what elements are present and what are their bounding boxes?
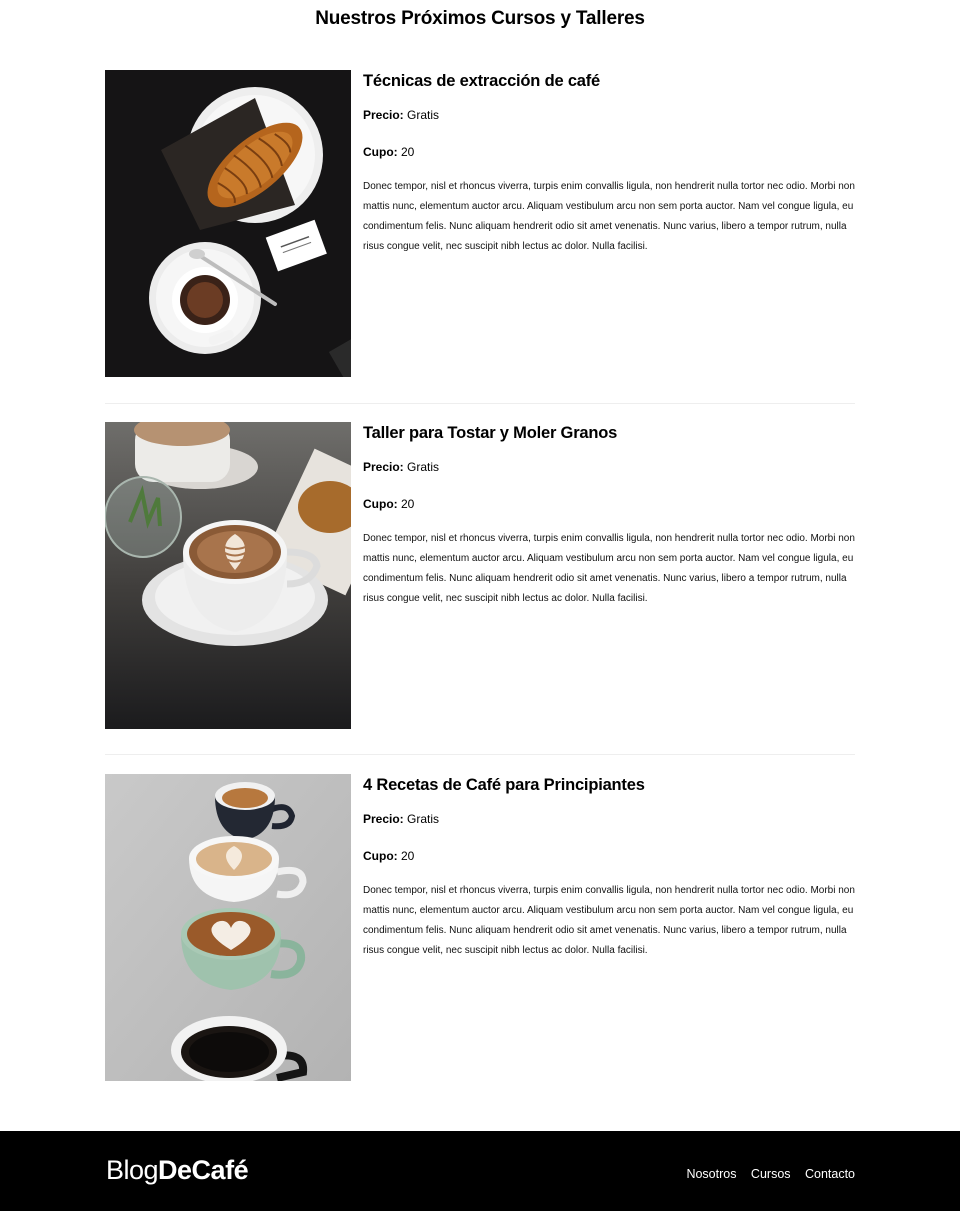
course-image-coffee-recipes (105, 774, 351, 1081)
course-card: 4 Recetas de Café para Principiantes Pre… (105, 774, 855, 1081)
site-logo[interactable]: BlogDeCafé (106, 1155, 249, 1186)
course-price: Precio: Gratis (363, 459, 855, 475)
course-price: Precio: Gratis (363, 107, 855, 123)
nav-link-nosotros[interactable]: Nosotros (686, 1167, 736, 1181)
course-cupo: Cupo: 20 (363, 144, 855, 160)
course-info: Técnicas de extracción de café Precio: G… (363, 70, 855, 257)
divider (105, 754, 855, 755)
logo-text-light: Blog (106, 1155, 159, 1185)
course-cupo: Cupo: 20 (363, 496, 855, 512)
divider (105, 403, 855, 404)
price-value: Gratis (407, 108, 440, 122)
price-label: Precio: (363, 460, 404, 474)
course-card: Técnicas de extracción de café Precio: G… (105, 70, 855, 377)
cupo-label: Cupo: (363, 497, 398, 511)
course-image-croissant-espresso (105, 70, 351, 377)
course-description: Donec tempor, nisl et rhoncus viverra, t… (363, 533, 855, 604)
course-info: Taller para Tostar y Moler Granos Precio… (363, 422, 855, 609)
logo-text-bold: DeCafé (158, 1155, 249, 1185)
course-title: Taller para Tostar y Moler Granos (363, 424, 618, 442)
cupo-label: Cupo: (363, 145, 398, 159)
price-label: Precio: (363, 108, 404, 122)
price-value: Gratis (407, 460, 440, 474)
course-title: Técnicas de extracción de café (363, 72, 601, 90)
course-info: 4 Recetas de Café para Principiantes Pre… (363, 774, 855, 961)
course-price: Precio: Gratis (363, 811, 855, 827)
price-label: Precio: (363, 812, 404, 826)
course-image-latte-art (105, 422, 351, 729)
cupo-value: 20 (401, 849, 415, 863)
course-cupo: Cupo: 20 (363, 848, 855, 864)
course-title: 4 Recetas de Café para Principiantes (363, 776, 645, 794)
course-description: Donec tempor, nisl et rhoncus viverra, t… (363, 181, 855, 252)
nav-link-cursos[interactable]: Cursos (751, 1167, 791, 1181)
course-card: Taller para Tostar y Moler Granos Precio… (105, 422, 855, 729)
site-footer: BlogDeCafé Nosotros Cursos Contacto (0, 1131, 960, 1211)
footer-nav: Nosotros Cursos Contacto (676, 1165, 855, 1183)
cupo-value: 20 (401, 497, 415, 511)
nav-link-contacto[interactable]: Contacto (805, 1167, 855, 1181)
course-description: Donec tempor, nisl et rhoncus viverra, t… (363, 885, 855, 956)
price-value: Gratis (407, 812, 440, 826)
page-title: Nuestros Próximos Cursos y Talleres (315, 8, 645, 29)
cupo-label: Cupo: (363, 849, 398, 863)
cupo-value: 20 (401, 145, 415, 159)
